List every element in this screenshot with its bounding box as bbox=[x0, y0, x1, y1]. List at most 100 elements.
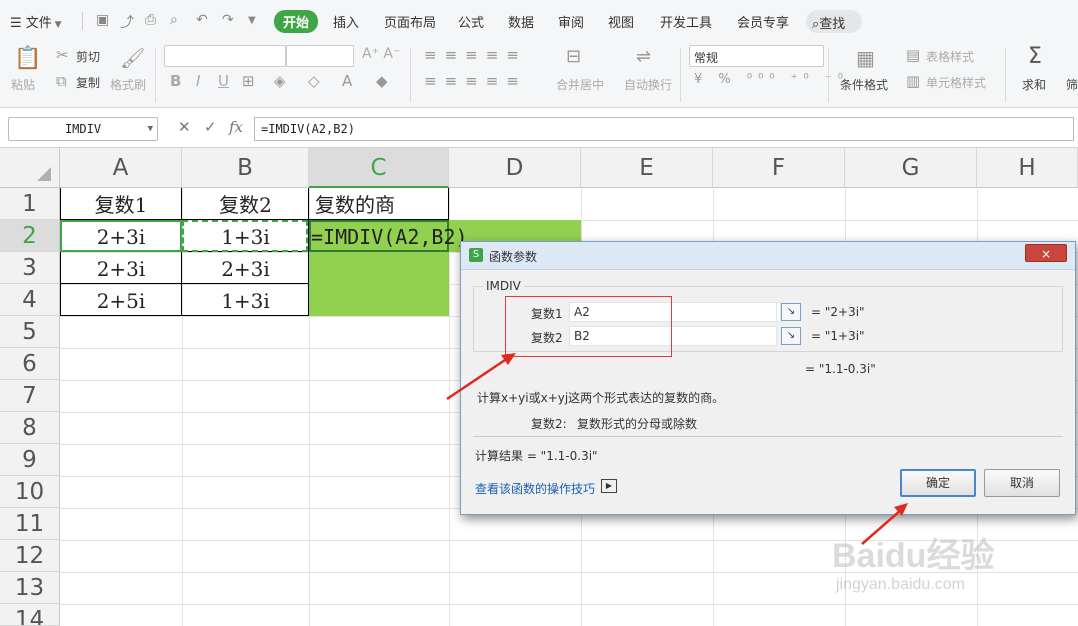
merge-center-button[interactable]: 合并居中 bbox=[556, 76, 604, 93]
select-all-corner[interactable] bbox=[0, 148, 60, 188]
confirm-formula-icon[interactable]: ✓ bbox=[204, 118, 217, 136]
wrap-text-button[interactable]: 自动换行 bbox=[624, 76, 672, 93]
row-header-14[interactable]: 14 bbox=[0, 604, 60, 626]
tab-view[interactable]: 视图 bbox=[608, 12, 634, 31]
print-preview-icon[interactable]: ⌕ bbox=[170, 12, 178, 28]
row-header-10[interactable]: 10 bbox=[0, 476, 60, 508]
tab-home[interactable]: 开始 bbox=[274, 10, 319, 33]
row-header-2[interactable]: 2 bbox=[0, 220, 60, 252]
formula-input[interactable]: =IMDIV(A2,B2) bbox=[254, 117, 1074, 141]
font-size-select[interactable] bbox=[286, 45, 354, 67]
tab-page-layout[interactable]: 页面布局 bbox=[384, 12, 436, 31]
copy-icon: ⧉ bbox=[56, 72, 67, 90]
row-header-11[interactable]: 11 bbox=[0, 508, 60, 540]
paste-icon[interactable]: 📋 bbox=[14, 46, 41, 71]
column-header-f[interactable]: F bbox=[713, 148, 845, 188]
cut-button[interactable]: 剪切 bbox=[76, 48, 100, 65]
column-header-g[interactable]: G bbox=[845, 148, 977, 188]
tab-formulas[interactable]: 公式 bbox=[458, 12, 484, 31]
save-icon[interactable]: ▣ bbox=[96, 12, 109, 28]
italic-button[interactable]: I bbox=[196, 72, 200, 90]
name-box[interactable]: IMDIV ▼ bbox=[8, 117, 158, 141]
font-color-icon[interactable]: A bbox=[342, 72, 352, 90]
border-icon[interactable]: ⊞ bbox=[242, 72, 255, 90]
number-format-icons[interactable]: ¥ % ⁰⁰⁰ ⁺⁰ ⁻⁰ bbox=[694, 72, 849, 87]
cell-a1[interactable]: 复数1 bbox=[60, 190, 182, 220]
chevron-down-icon[interactable]: ▼ bbox=[148, 118, 153, 140]
copy-button[interactable]: 复制 bbox=[76, 74, 100, 91]
row-header-5[interactable]: 5 bbox=[0, 316, 60, 348]
align-horizontal-icons[interactable]: ≡≡≡≡≡ bbox=[424, 72, 527, 90]
tab-member[interactable]: 会员专享 bbox=[737, 12, 789, 31]
fill-color-icon[interactable]: ◈ bbox=[274, 72, 286, 90]
cell-b1[interactable]: 复数2 bbox=[182, 190, 309, 220]
tab-review[interactable]: 审阅 bbox=[558, 12, 584, 31]
arg1-range-picker-icon[interactable]: ↘ bbox=[781, 303, 801, 321]
cell-c1[interactable]: 复数的商 bbox=[309, 190, 449, 220]
select-all-icon bbox=[37, 167, 51, 181]
cell-a3[interactable]: 2+3i bbox=[60, 254, 182, 284]
ribbon-divider bbox=[410, 48, 411, 102]
table-style-button[interactable]: 表格样式 bbox=[926, 48, 974, 65]
cancel-button[interactable]: 取消 bbox=[984, 469, 1060, 497]
highlight-icon[interactable]: ◇ bbox=[308, 72, 320, 90]
cell-b4[interactable]: 1+3i bbox=[182, 286, 309, 316]
gridline bbox=[60, 604, 1078, 605]
print-icon[interactable]: ⎙ bbox=[145, 12, 156, 28]
spreadsheet-app: ☰ 文件 ▼ ▣ ⤴ ⎙ ⌕ ↶ ↷ ▼ 开始 插入 页面布局 公式 数据 审阅… bbox=[0, 0, 1078, 626]
paste-button[interactable]: 粘贴 bbox=[11, 76, 35, 93]
row-header-3[interactable]: 3 bbox=[0, 252, 60, 284]
cell-a2[interactable]: 2+3i bbox=[60, 222, 182, 252]
column-header-e[interactable]: E bbox=[581, 148, 713, 188]
cell-a4[interactable]: 2+5i bbox=[60, 286, 182, 316]
tab-developer[interactable]: 开发工具 bbox=[660, 12, 712, 31]
row-header-8[interactable]: 8 bbox=[0, 412, 60, 444]
number-format-select[interactable]: 常规 bbox=[689, 45, 824, 67]
font-grow-icon[interactable]: A⁺ A⁻ bbox=[362, 46, 400, 62]
column-header-a[interactable]: A bbox=[60, 148, 182, 188]
cell-b3[interactable]: 2+3i bbox=[182, 254, 309, 284]
row-header-12[interactable]: 12 bbox=[0, 540, 60, 572]
export-icon[interactable]: ⤴ bbox=[120, 12, 134, 32]
calculation-result: 计算结果 = "1.1-0.3i" bbox=[475, 449, 598, 463]
row-header-6[interactable]: 6 bbox=[0, 348, 60, 380]
tab-data[interactable]: 数据 bbox=[508, 12, 534, 31]
video-icon[interactable]: ▶ bbox=[601, 479, 617, 493]
column-header-d[interactable]: D bbox=[449, 148, 581, 188]
file-menu[interactable]: ☰ 文件 ▼ bbox=[10, 12, 62, 31]
row-header-4[interactable]: 4 bbox=[0, 284, 60, 316]
filter-button[interactable]: 筛 bbox=[1066, 76, 1078, 93]
search-box[interactable]: ⌕查找 bbox=[806, 10, 862, 33]
customize-icon[interactable]: ▼ bbox=[248, 15, 256, 26]
ok-button[interactable]: 确定 bbox=[900, 469, 976, 497]
arg2-range-picker-icon[interactable]: ↘ bbox=[781, 327, 801, 345]
conditional-format-icon: ▦ bbox=[856, 46, 875, 70]
table-style-icon: ▤ bbox=[906, 46, 921, 64]
format-painter-button[interactable]: 格式刷 bbox=[110, 76, 146, 93]
row-header-1[interactable]: 1 bbox=[0, 188, 60, 220]
help-link[interactable]: 查看该函数的操作技巧 bbox=[475, 480, 595, 497]
column-header-c[interactable]: C bbox=[309, 148, 449, 188]
underline-button[interactable]: U bbox=[218, 72, 229, 90]
insert-function-button[interactable]: fx bbox=[229, 118, 243, 136]
undo-icon[interactable]: ↶ bbox=[196, 12, 208, 28]
row-header-13[interactable]: 13 bbox=[0, 572, 60, 604]
font-family-select[interactable] bbox=[164, 45, 286, 67]
sum-button[interactable]: 求和 bbox=[1022, 76, 1046, 93]
cell-b2[interactable]: 1+3i bbox=[182, 222, 309, 252]
cancel-formula-icon[interactable]: ✕ bbox=[178, 118, 191, 136]
column-header-b[interactable]: B bbox=[182, 148, 309, 188]
tab-insert[interactable]: 插入 bbox=[333, 12, 359, 31]
redo-icon[interactable]: ↷ bbox=[222, 12, 234, 28]
align-top-icons[interactable]: ≡≡≡≡≡ bbox=[424, 46, 527, 64]
row-header-9[interactable]: 9 bbox=[0, 444, 60, 476]
cell-style-button[interactable]: 单元格样式 bbox=[926, 74, 986, 91]
bold-button[interactable]: B bbox=[170, 72, 181, 90]
dialog-title-bar[interactable]: S 函数参数 × bbox=[461, 242, 1075, 270]
column-header-h[interactable]: H bbox=[977, 148, 1078, 188]
eraser-icon[interactable]: ◆ bbox=[376, 72, 388, 90]
row-header-7[interactable]: 7 bbox=[0, 380, 60, 412]
conditional-format-button[interactable]: 条件格式 bbox=[840, 76, 888, 93]
close-button[interactable]: × bbox=[1025, 244, 1067, 262]
wrap-icon: ⇌ bbox=[636, 46, 652, 67]
